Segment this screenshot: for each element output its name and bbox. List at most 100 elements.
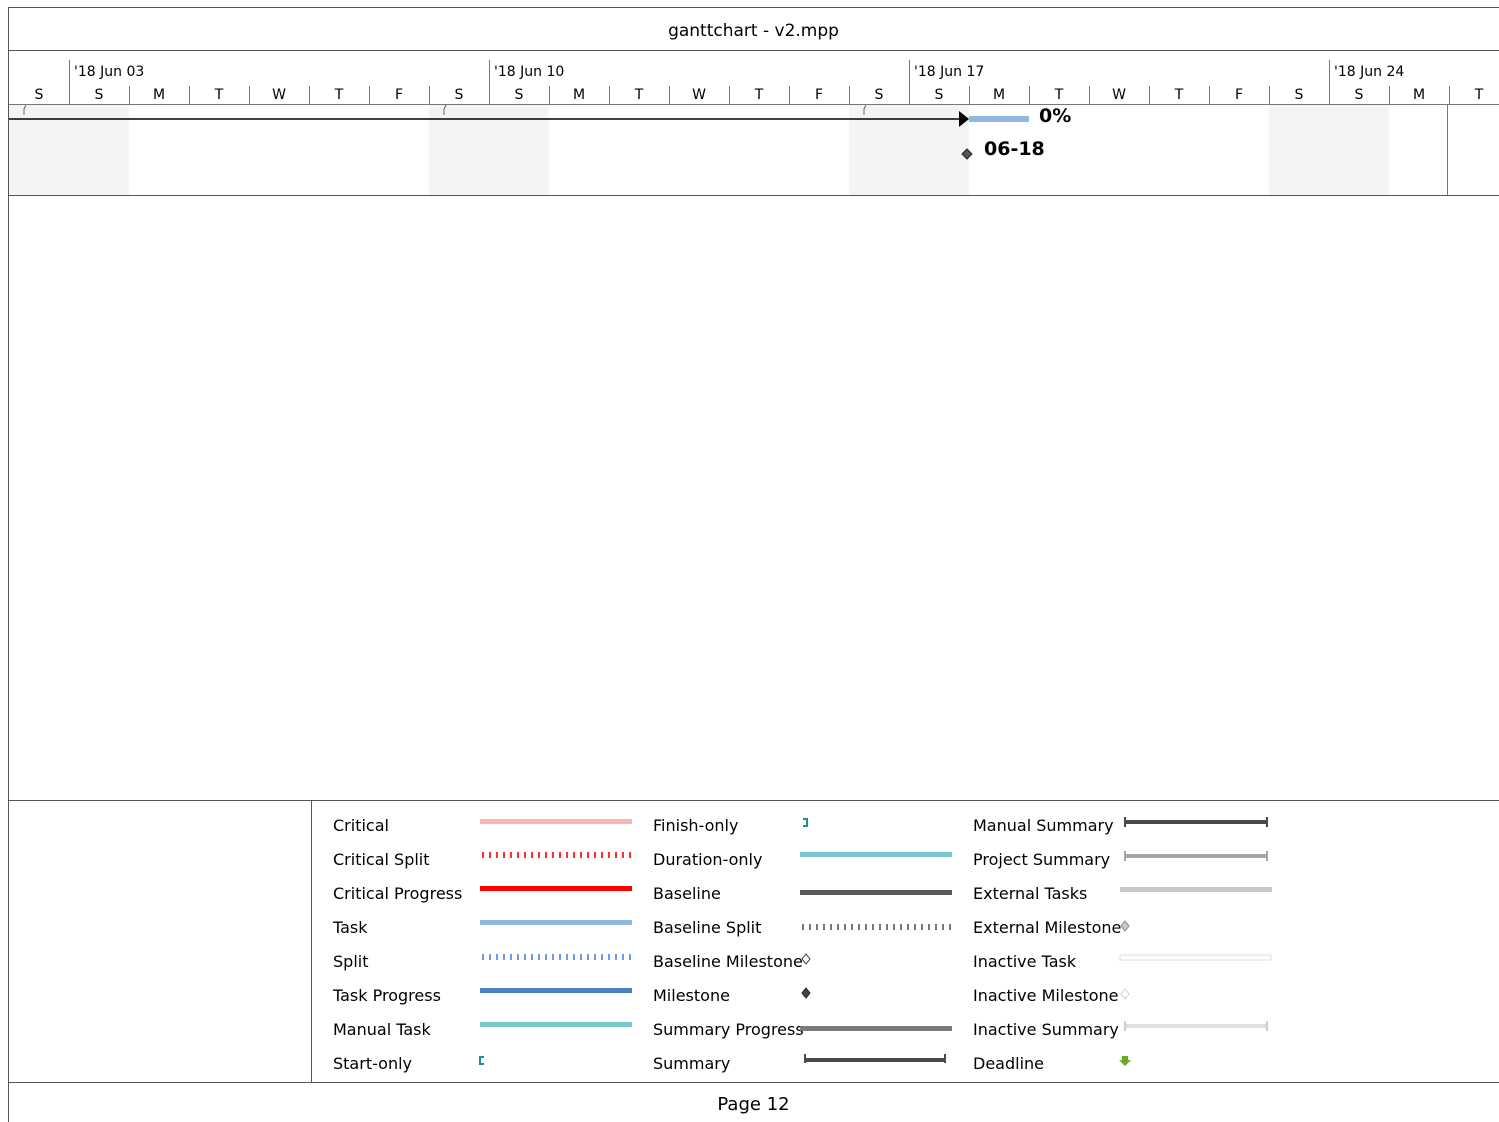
day-header-cell: W [692,87,706,103]
day-header-cell: S [514,87,524,103]
day-separator [1089,86,1090,104]
day-separator [549,86,550,104]
day-header-cell: S [34,87,44,103]
day-header-cell: S [874,87,884,103]
day-header-cell: W [1112,87,1126,103]
swatch-task [480,920,632,925]
deadline-arrow-icon [1119,1056,1131,1066]
summary-bracket [863,104,867,115]
day-separator [609,86,610,104]
timescale: '18 Jun 03 '18 Jun 10 '18 Jun 17 '18 Jun… [9,52,1499,105]
day-header-cell: F [814,87,824,103]
dependency-arrow [959,111,969,127]
project-summary-left-cap [1124,851,1126,861]
summary-right-cap [944,1054,946,1063]
week-label: '18 Jun 17 [914,64,985,80]
swatch-baseline [800,890,952,895]
day-separator [69,86,70,104]
day-separator [189,86,190,104]
page-footer: Page 12 [717,1094,790,1115]
week-tick [909,60,910,86]
baseline-milestone-icon [801,953,811,965]
day-header-cell: M [992,87,1006,103]
manual-summary-right-cap [1266,817,1268,827]
day-separator [1329,86,1330,104]
gantt-bars [9,104,1029,160]
inactive-summary-right-cap [1266,1021,1268,1031]
summary-bracket [443,104,447,115]
milestone-diamond [961,148,973,160]
week-tick [69,60,70,86]
inactive-summary-left-cap [1124,1021,1126,1031]
legend-panel: Critical Critical Split Critical Progres… [8,800,1499,1083]
day-separator [849,86,850,104]
swatch-critical [480,819,632,824]
day-header-cell: T [634,87,644,103]
gantt-print-page: ganttchart - v2.mpp '18 Jun 03 '18 Jun 1… [0,0,1499,1122]
day-header-cell: F [394,87,404,103]
external-milestone-icon [1120,920,1130,932]
milestone-date-label: 06-18 [984,138,1045,160]
gantt-chart-area: 0% 06-18 [9,104,1499,195]
day-header-cell: S [1354,87,1364,103]
swatch-external-tasks [1120,887,1272,892]
day-header-cell: S [1294,87,1304,103]
day-separator [1149,86,1150,104]
project-summary-right-cap [1266,851,1268,861]
day-separator [309,86,310,104]
swatch-manual-task [480,1022,632,1027]
day-header-cell: W [272,87,286,103]
week-label: '18 Jun 10 [494,64,565,80]
finish-only-icon [803,818,808,827]
week-label: '18 Jun 24 [1334,64,1405,80]
chart-right-edge [1447,105,1448,195]
day-separator [1389,86,1390,104]
day-header-cell: T [1174,87,1184,103]
swatch-inactive-summary [1124,1024,1268,1028]
swatch-task-progress [480,988,632,993]
day-separator [909,86,910,104]
day-separator [489,86,490,104]
day-separator [249,86,250,104]
page-title: ganttchart - v2.mpp [8,7,1499,51]
day-separator [969,86,970,104]
day-separator [129,86,130,104]
day-header-row: SSMTWTFSSMTWTFSSMTWTFSSMT [9,86,1499,105]
legend-swatches [479,817,1272,1066]
day-separator [789,86,790,104]
week-tick [1329,60,1330,86]
day-separator [1269,86,1270,104]
day-header-cell: M [572,87,586,103]
swatch-summary-progress [800,1026,952,1031]
day-separator [1029,86,1030,104]
day-header-cell: T [214,87,224,103]
day-header-cell: T [1474,87,1484,103]
swatch-project-summary [1124,854,1268,858]
day-header-cell: S [94,87,104,103]
day-separator [429,86,430,104]
week-tick [489,60,490,86]
day-header-cell: F [1234,87,1244,103]
day-separator [729,86,730,104]
swatch-critical-progress [480,886,632,891]
start-only-icon [479,1056,484,1065]
day-header-cell: M [152,87,166,103]
progress-label: 0% [1039,105,1072,127]
task-bar [969,116,1029,122]
week-label: '18 Jun 03 [74,64,145,80]
summary-bracket [23,104,27,115]
day-header-cell: S [454,87,464,103]
day-header-cell: T [334,87,344,103]
manual-summary-left-cap [1124,817,1126,827]
summary-left-cap [804,1054,806,1063]
milestone-icon [801,987,811,999]
day-separator [1449,86,1450,104]
swatch-duration-only [800,852,952,857]
day-separator [669,86,670,104]
day-header-cell: T [1054,87,1064,103]
swatch-summary [804,1058,946,1062]
day-header-cell: M [1412,87,1426,103]
day-header-cell: T [754,87,764,103]
day-separator [369,86,370,104]
day-separator [1209,86,1210,104]
